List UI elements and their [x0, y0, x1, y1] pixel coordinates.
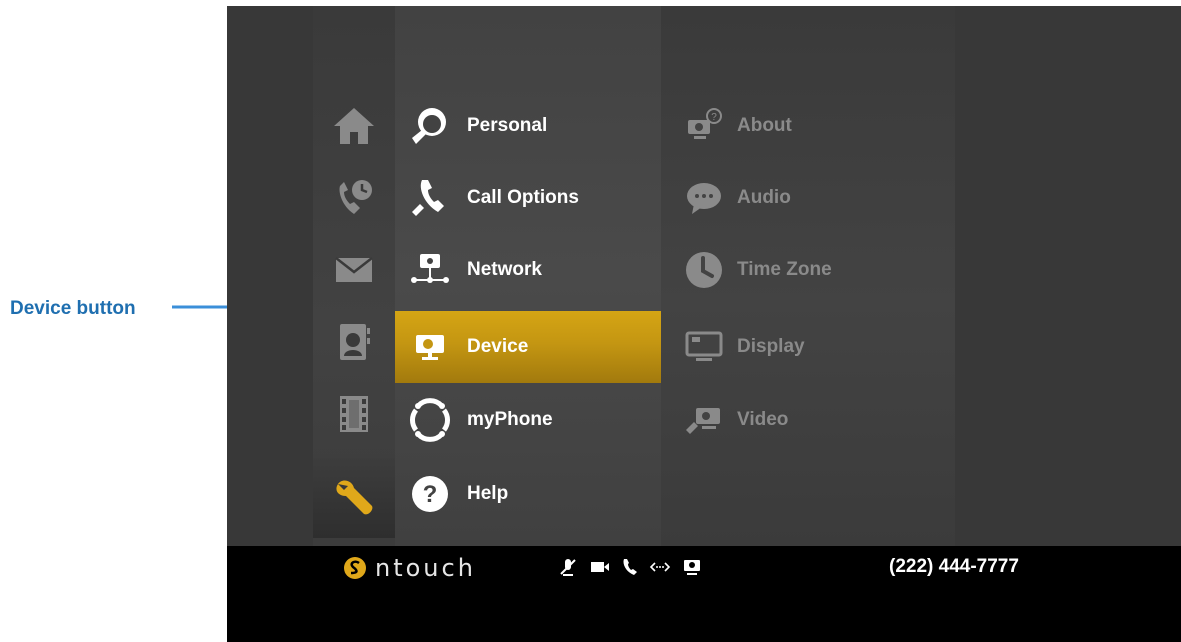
- call-history-icon: [339, 180, 372, 214]
- call-options-icon: [405, 173, 455, 223]
- svg-text:?: ?: [423, 481, 438, 508]
- video-settings-icon: [679, 395, 729, 445]
- device-icon: [405, 322, 455, 372]
- clock-icon: [679, 245, 729, 295]
- submenu-time-zone-label: Time Zone: [737, 259, 832, 280]
- submenu-video[interactable]: Video: [661, 384, 955, 456]
- nav-home[interactable]: [313, 90, 395, 162]
- brand-name: ntouch: [375, 554, 476, 582]
- menu-help[interactable]: ? Help: [395, 458, 661, 530]
- mail-icon: [335, 257, 373, 282]
- menu-myphone-label: myPhone: [467, 409, 553, 430]
- menu-help-label: Help: [467, 483, 509, 504]
- callout-label: Device button: [10, 298, 136, 319]
- contacts-icon: [340, 324, 370, 360]
- nav-call-history[interactable]: [313, 162, 395, 234]
- display-icon: [679, 322, 729, 372]
- sorenson-logo-icon: [344, 557, 366, 579]
- device-screen: Personal Call Options Network Device myP…: [227, 6, 1181, 642]
- video-center-icon: [340, 396, 368, 432]
- audio-icon: [679, 173, 729, 223]
- menu-personal-label: Personal: [467, 115, 548, 136]
- submenu-audio[interactable]: Audio: [661, 162, 955, 234]
- signal-icon[interactable]: [649, 556, 671, 578]
- menu-network[interactable]: Network: [395, 234, 661, 306]
- network-icon: [405, 245, 455, 295]
- submenu-about[interactable]: ? About: [661, 90, 955, 162]
- menu-call-options-label: Call Options: [467, 187, 579, 208]
- submenu-time-zone[interactable]: Time Zone: [661, 234, 955, 306]
- submenu-about-label: About: [737, 115, 792, 136]
- submenu-audio-label: Audio: [737, 187, 791, 208]
- home-icon: [334, 108, 374, 144]
- myphone-icon: [405, 395, 455, 445]
- menu-device[interactable]: Device: [395, 311, 661, 383]
- video-camera-icon[interactable]: [589, 556, 611, 578]
- menu-network-label: Network: [467, 259, 542, 280]
- submenu-display[interactable]: Display: [661, 311, 955, 383]
- menu-call-options[interactable]: Call Options: [395, 162, 661, 234]
- submenu-video-label: Video: [737, 409, 789, 430]
- status-bar: ntouch (222) 444-7777: [227, 546, 1181, 642]
- about-icon: ?: [679, 101, 729, 151]
- settings-wrench-icon: [336, 480, 373, 515]
- submenu-display-label: Display: [737, 336, 805, 357]
- device-status-icon[interactable]: [681, 556, 703, 578]
- mic-muted-icon[interactable]: [557, 556, 579, 578]
- nav-settings[interactable]: [313, 458, 395, 538]
- nav-mail[interactable]: [313, 234, 395, 306]
- menu-device-label: Device: [467, 336, 529, 357]
- menu-personal[interactable]: Personal: [395, 90, 661, 162]
- menu-myphone[interactable]: myPhone: [395, 384, 661, 456]
- help-icon: ?: [405, 469, 455, 519]
- nav-contacts[interactable]: [313, 306, 395, 378]
- phone-icon[interactable]: [619, 556, 641, 578]
- personal-settings-icon: [405, 101, 455, 151]
- nav-video-center[interactable]: [313, 378, 395, 450]
- svg-text:?: ?: [711, 112, 717, 123]
- phone-number: (222) 444-7777: [889, 556, 1019, 577]
